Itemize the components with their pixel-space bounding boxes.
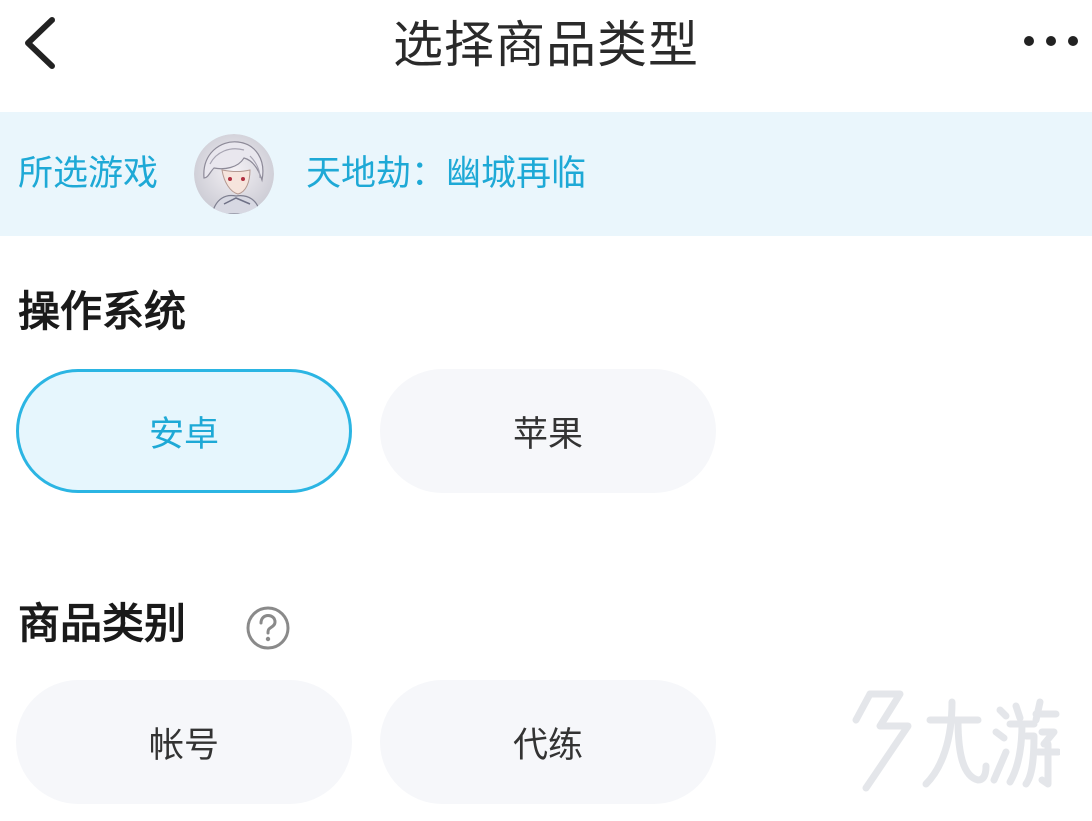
selected-game-name: 天地劫：幽城再临 <box>306 154 587 194</box>
os-section-title: 操作系统 <box>18 287 187 336</box>
more-dots-icon <box>1024 36 1078 46</box>
os-option-android[interactable]: 安卓 <box>16 369 352 493</box>
jiuyou-logo-icon <box>852 690 1060 792</box>
selected-game-bar: 所选游戏 天地劫：幽城再临 <box>0 112 1092 236</box>
os-option-apple[interactable]: 苹果 <box>380 369 716 493</box>
page-title: 选择商品类型 <box>393 16 699 74</box>
question-circle-icon <box>246 606 290 650</box>
category-option-account[interactable]: 帐号 <box>16 680 352 804</box>
jiuyou-watermark-logo <box>830 680 1060 800</box>
more-button[interactable] <box>1020 26 1082 56</box>
selected-game-label: 所选游戏 <box>18 154 159 194</box>
category-section-title: 商品类别 <box>18 599 187 648</box>
game-avatar-image <box>194 134 274 214</box>
category-option-leveling[interactable]: 代练 <box>380 680 716 804</box>
category-help-button[interactable] <box>244 604 292 652</box>
top-nav-bar: 选择商品类型 <box>0 0 1092 112</box>
game-avatar <box>194 134 274 214</box>
